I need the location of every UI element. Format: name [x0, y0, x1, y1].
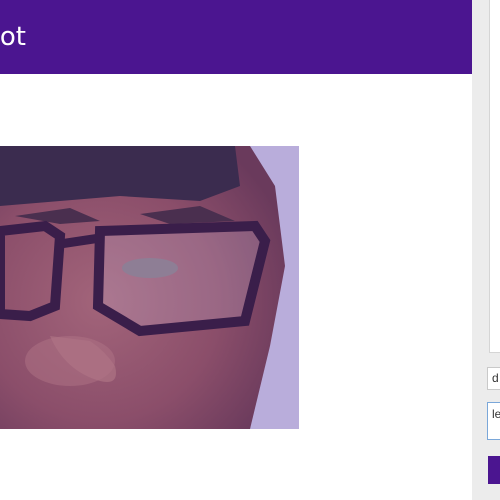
chat-select[interactable]: d: [487, 367, 500, 390]
app-title: Bot: [0, 22, 26, 52]
app-header: Bot: [0, 0, 472, 74]
webcam-feed: [0, 146, 299, 429]
webcam-image: [0, 146, 299, 429]
chat-message-input[interactable]: le: [487, 402, 500, 440]
send-button[interactable]: [488, 456, 500, 484]
chat-log[interactable]: [489, 0, 500, 353]
